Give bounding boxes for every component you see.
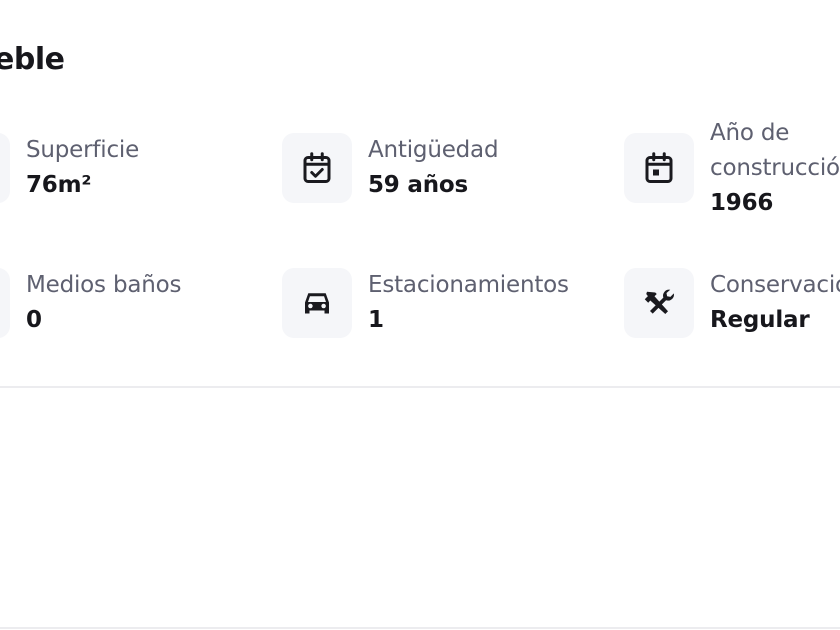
feature-conservacion: Conservación Regular [624,268,840,338]
half-bath-icon [0,268,10,338]
section-divider [0,386,840,388]
feature-label: Antigüedad [368,137,499,163]
feature-label: Estacionamientos [368,272,569,298]
property-details-panel: eble Superficie 76m² Antigüedad 59 años [0,0,840,630]
feature-antiguedad: Antigüedad 59 años [282,133,499,203]
calendar-check-icon [282,133,352,203]
section-title: eble [0,42,65,77]
feature-label: Medios baños [26,272,182,298]
bottom-divider [0,627,840,629]
feature-medios-banos: Medios baños 0 [0,268,181,338]
feature-label: Conservación [710,272,840,298]
tools-icon [624,268,694,338]
feature-value: 1966 [710,190,774,216]
feature-value: 1 [368,307,384,333]
feature-label: Año de construcción [710,120,840,181]
feature-value: 76m² [26,172,92,198]
feature-superficie: Superficie 76m² [0,133,139,203]
car-icon [282,268,352,338]
feature-value: 0 [26,307,42,333]
area-icon [0,133,10,203]
feature-value: 59 años [368,172,468,198]
calendar-event-icon [624,133,694,203]
feature-ano-construccion: Año de construcción 1966 [624,116,840,221]
feature-estacionamientos: Estacionamientos 1 [282,268,569,338]
feature-label: Superficie [26,137,140,163]
feature-value: Regular [710,307,810,333]
